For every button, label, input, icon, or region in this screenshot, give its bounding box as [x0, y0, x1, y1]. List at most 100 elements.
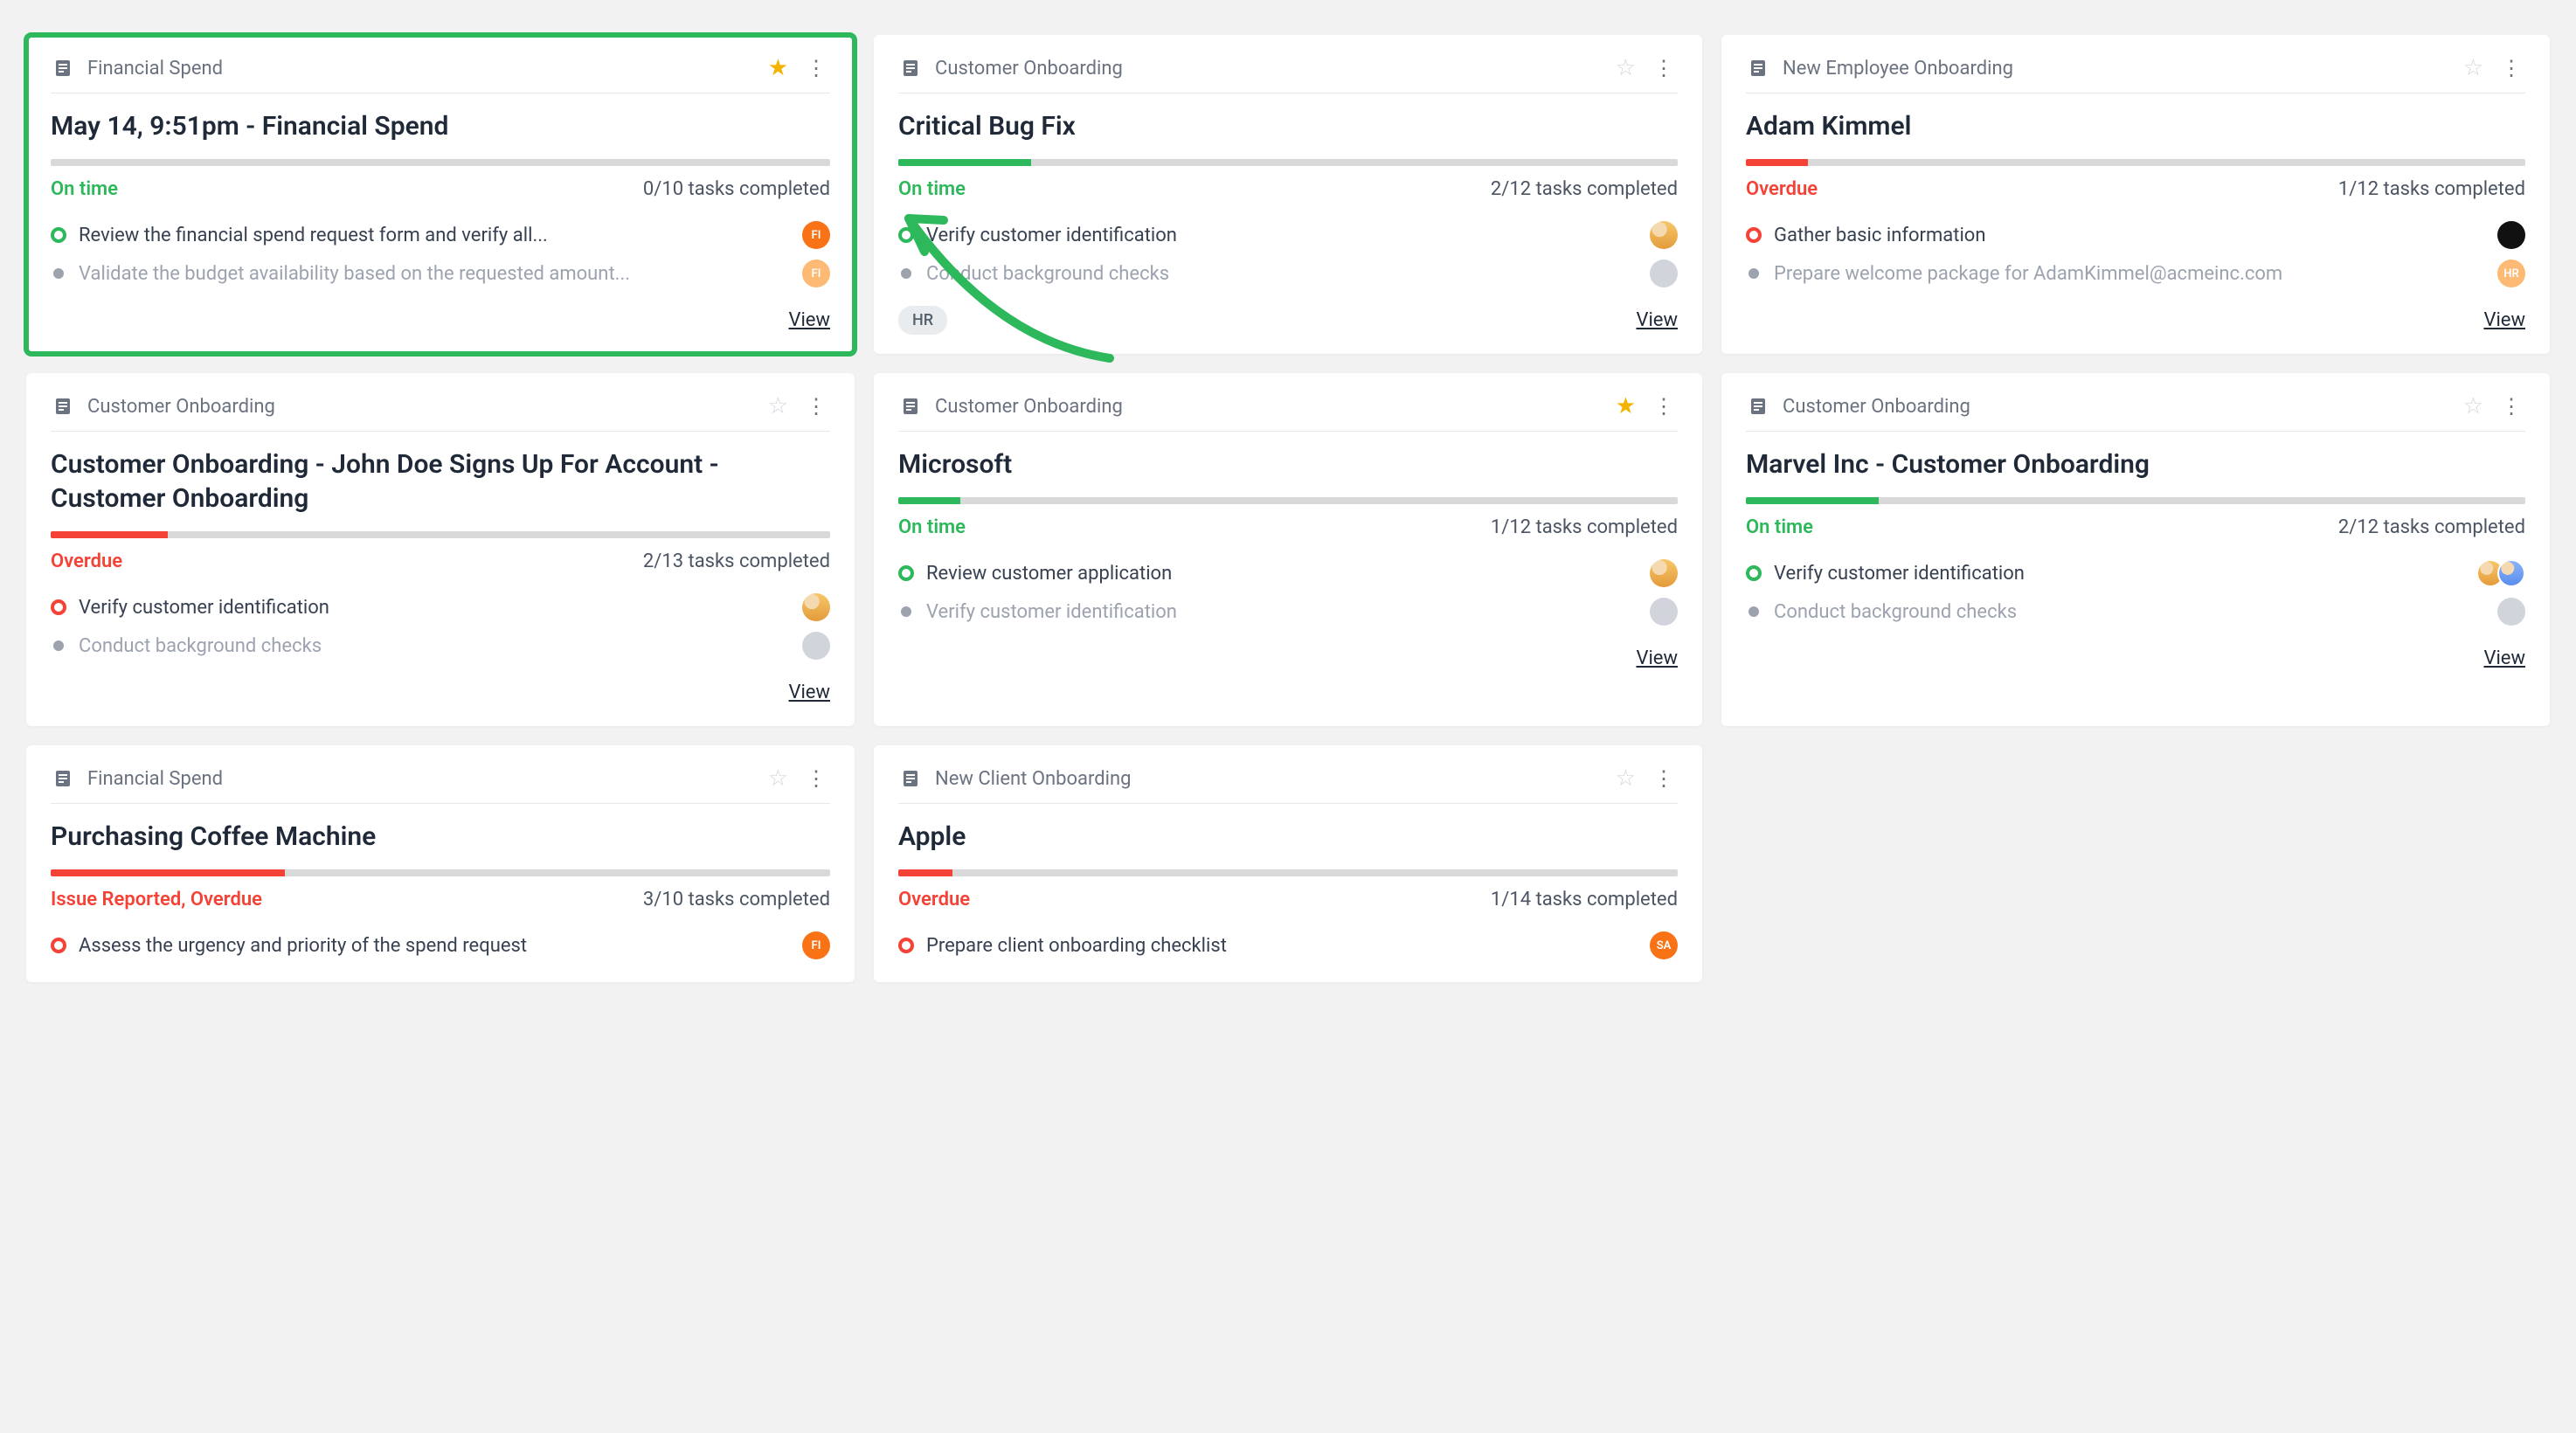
task-row[interactable]: Review customer application [898, 554, 1678, 592]
card-category: Customer Onboarding [87, 396, 275, 418]
star-icon[interactable]: ☆ [768, 395, 788, 418]
view-link[interactable]: View [1636, 647, 1678, 669]
more-menu-icon[interactable]: ⋮ [802, 58, 830, 79]
card-title[interactable]: Purchasing Coffee Machine [51, 820, 830, 854]
task-row[interactable]: Prepare client onboarding checklist SA [898, 926, 1678, 965]
assignee-avatar[interactable] [2497, 598, 2525, 626]
progress-bar [898, 159, 1678, 166]
assignee-avatar[interactable]: FI [802, 260, 830, 287]
more-menu-icon[interactable]: ⋮ [2497, 396, 2525, 417]
task-row[interactable]: Validate the budget availability based o… [51, 254, 830, 293]
divider [898, 431, 1678, 432]
project-card[interactable]: New Client Onboarding☆⋮AppleOverdue1/14 … [874, 745, 1702, 982]
task-row[interactable]: Verify customer identification [1746, 554, 2525, 592]
task-text: Prepare client onboarding checklist [926, 935, 1638, 957]
task-row[interactable]: Assess the urgency and priority of the s… [51, 926, 830, 965]
project-card[interactable]: New Employee Onboarding☆⋮Adam KimmelOver… [1721, 35, 2550, 354]
status-text: Overdue [1746, 178, 1818, 200]
card-title[interactable]: Marvel Inc - Customer Onboarding [1746, 447, 2525, 481]
tasks-count: 2/13 tasks completed [643, 550, 830, 572]
task-status-marker [53, 268, 64, 279]
card-footer: View [1746, 303, 2525, 336]
assignee-avatar[interactable] [802, 593, 830, 621]
assignee-avatar[interactable]: FI [802, 931, 830, 959]
view-link[interactable]: View [1636, 309, 1678, 331]
project-card[interactable]: Financial Spend★⋮May 14, 9:51pm - Financ… [26, 35, 855, 354]
project-card[interactable]: Customer Onboarding★⋮MicrosoftOn time1/1… [874, 373, 1702, 726]
document-icon [1746, 394, 1770, 419]
divider [51, 803, 830, 804]
card-title[interactable]: Critical Bug Fix [898, 109, 1678, 143]
star-icon[interactable]: ☆ [2463, 395, 2483, 418]
star-icon[interactable]: ★ [1616, 395, 1636, 418]
task-row[interactable]: Gather basic information [1746, 216, 2525, 254]
status-text: On time [898, 178, 966, 200]
view-link[interactable]: View [2483, 647, 2525, 669]
task-row[interactable]: Verify customer identification [898, 592, 1678, 631]
more-menu-icon[interactable]: ⋮ [1650, 768, 1678, 789]
assignee-avatar[interactable]: SA [1650, 931, 1678, 959]
task-row[interactable]: Conduct background checks [51, 627, 830, 665]
card-category: Financial Spend [87, 768, 223, 790]
project-card[interactable]: Customer Onboarding ☆ ⋮ Customer Onboarding… [26, 373, 855, 726]
task-text: Review customer application [926, 563, 1638, 585]
star-icon[interactable]: ☆ [1616, 57, 1636, 80]
card-title[interactable]: Microsoft [898, 447, 1678, 481]
task-status-marker [53, 640, 64, 651]
card-title[interactable]: Customer Onboarding - John Doe Signs Up … [51, 447, 830, 516]
view-link[interactable]: View [2483, 309, 2525, 331]
assignee-avatar[interactable] [802, 632, 830, 660]
star-icon[interactable]: ☆ [2463, 57, 2483, 80]
assignee-avatar[interactable] [1650, 598, 1678, 626]
document-icon [51, 766, 75, 791]
more-menu-icon[interactable]: ⋮ [2497, 58, 2525, 79]
task-text: Verify customer identification [926, 601, 1638, 623]
star-icon[interactable]: ☆ [768, 767, 788, 790]
more-menu-icon[interactable]: ⋮ [802, 396, 830, 417]
task-text: Validate the budget availability based o… [79, 263, 790, 285]
progress-bar [51, 159, 830, 166]
assignee-avatar[interactable] [2497, 559, 2525, 587]
progress-fill [898, 159, 1031, 166]
progress-fill [51, 531, 168, 538]
view-link[interactable]: View [788, 682, 830, 703]
card-title[interactable]: May 14, 9:51pm - Financial Spend [51, 109, 830, 143]
assignee-avatar[interactable] [1650, 559, 1678, 587]
tag-badge[interactable]: HR [898, 306, 947, 335]
task-text: Conduct background checks [79, 635, 790, 657]
card-category: Customer Onboarding [935, 58, 1123, 80]
view-link[interactable]: View [788, 309, 830, 331]
card-header: New Client Onboarding☆⋮ [898, 766, 1678, 791]
assignee-avatar[interactable]: FI [802, 221, 830, 249]
assignee-avatar[interactable] [1650, 260, 1678, 287]
more-menu-icon[interactable]: ⋮ [802, 768, 830, 789]
task-row[interactable]: Review the financial spend request form … [51, 216, 830, 254]
more-menu-icon[interactable]: ⋮ [1650, 58, 1678, 79]
card-header: Financial Spend★⋮ [51, 56, 830, 80]
task-row[interactable]: Verify customer identification [898, 216, 1678, 254]
card-grid: Financial Spend ★ ⋮ May 14, 9:51pm - Financ… [26, 35, 2550, 982]
task-row[interactable]: Prepare welcome package for AdamKimmel@a… [1746, 254, 2525, 293]
card-category: Customer Onboarding [1783, 396, 1970, 418]
progress-bar [1746, 159, 2525, 166]
star-icon[interactable]: ☆ [1616, 767, 1636, 790]
project-card[interactable]: Customer Onboarding ☆ ⋮ Marvel Inc - Custom… [1721, 373, 2550, 726]
card-title[interactable]: Apple [898, 820, 1678, 854]
card-title[interactable]: Adam Kimmel [1746, 109, 2525, 143]
task-status-marker [901, 606, 911, 617]
project-card[interactable]: Financial Spend ☆ ⋮ Purchasing Coffee Machi… [26, 745, 855, 982]
assignee-avatar-stack[interactable] [2476, 559, 2525, 587]
status-row: Overdue1/12 tasks completed [1746, 178, 2525, 200]
star-icon[interactable]: ★ [768, 57, 788, 80]
divider [1746, 431, 2525, 432]
assignee-avatar[interactable] [2497, 221, 2525, 249]
task-text: Verify customer identification [79, 597, 790, 619]
task-row[interactable]: Verify customer identification [51, 588, 830, 627]
assignee-avatar[interactable] [1650, 221, 1678, 249]
task-row[interactable]: Conduct background checks [898, 254, 1678, 293]
assignee-avatar[interactable]: HR [2497, 260, 2525, 287]
task-row[interactable]: Conduct background checks [1746, 592, 2525, 631]
more-menu-icon[interactable]: ⋮ [1650, 396, 1678, 417]
card-header: Customer Onboarding ☆ ⋮ [1746, 394, 2525, 419]
project-card[interactable]: Customer Onboarding ☆ ⋮ Critical Bug Fix On … [874, 35, 1702, 354]
